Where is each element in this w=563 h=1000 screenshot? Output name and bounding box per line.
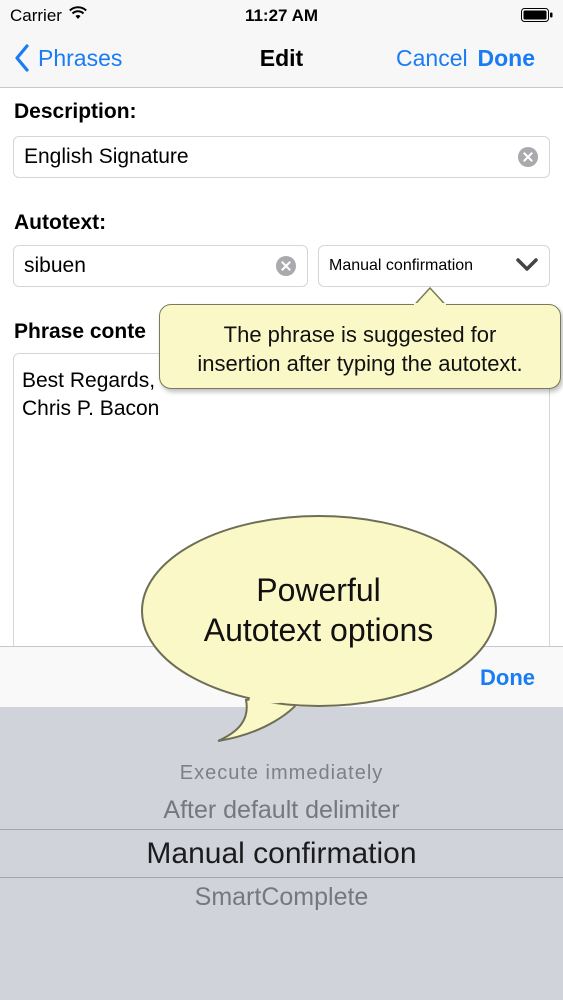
description-value: English Signature [24, 145, 189, 168]
status-bar: Carrier 11:27 AM [0, 0, 563, 30]
phrase-line: Best Regards, [22, 369, 156, 392]
autotext-label: Autotext: [14, 211, 107, 234]
tooltip-text: The phrase is suggested for insertion af… [160, 320, 560, 378]
picker-option[interactable]: After default delimiter [0, 796, 563, 825]
autotext-mode-dropdown[interactable]: Manual confirmation [318, 245, 550, 287]
picker-option[interactable]: Execute immediately [0, 762, 563, 785]
autotext-mode-value: Manual confirmation [329, 257, 474, 274]
chevron-down-icon [516, 258, 538, 271]
promo-bubble-line: Powerful [256, 572, 381, 608]
status-time: 11:27 AM [244, 6, 319, 25]
navigation-bar: Phrases Edit Cancel Done [0, 30, 563, 88]
picker-done-button[interactable]: Done [480, 665, 535, 691]
tooltip-pointer-join [414, 303, 446, 307]
description-field[interactable]: English Signature [13, 136, 550, 178]
done-button[interactable]: Done [478, 45, 536, 72]
phrase-content-label: Phrase conte [14, 320, 146, 343]
cancel-button[interactable]: Cancel [396, 45, 468, 72]
promo-bubble-line: Autotext options [203, 612, 434, 648]
clear-icon[interactable] [276, 256, 296, 276]
picker-option-selected[interactable]: Manual confirmation [0, 837, 563, 871]
autotext-mode-picker[interactable]: Execute immediately After default delimi… [0, 707, 563, 1000]
picker-selection-line [0, 829, 563, 830]
battery-icon [521, 8, 553, 22]
tooltip-line: insertion after typing the autotext. [197, 351, 523, 376]
tooltip-line: The phrase is suggested for [223, 322, 497, 347]
clear-icon[interactable] [518, 147, 538, 167]
autotext-tooltip: The phrase is suggested for insertion af… [159, 304, 561, 389]
description-label: Description: [14, 100, 137, 123]
phrase-line: Chris P. Bacon [22, 397, 160, 420]
picker-toolbar: Done [0, 646, 563, 707]
picker-option[interactable]: SmartComplete [0, 883, 563, 912]
picker-selection-line [0, 877, 563, 878]
autotext-value: sibuen [24, 254, 86, 277]
autotext-field[interactable]: sibuen [13, 245, 308, 287]
